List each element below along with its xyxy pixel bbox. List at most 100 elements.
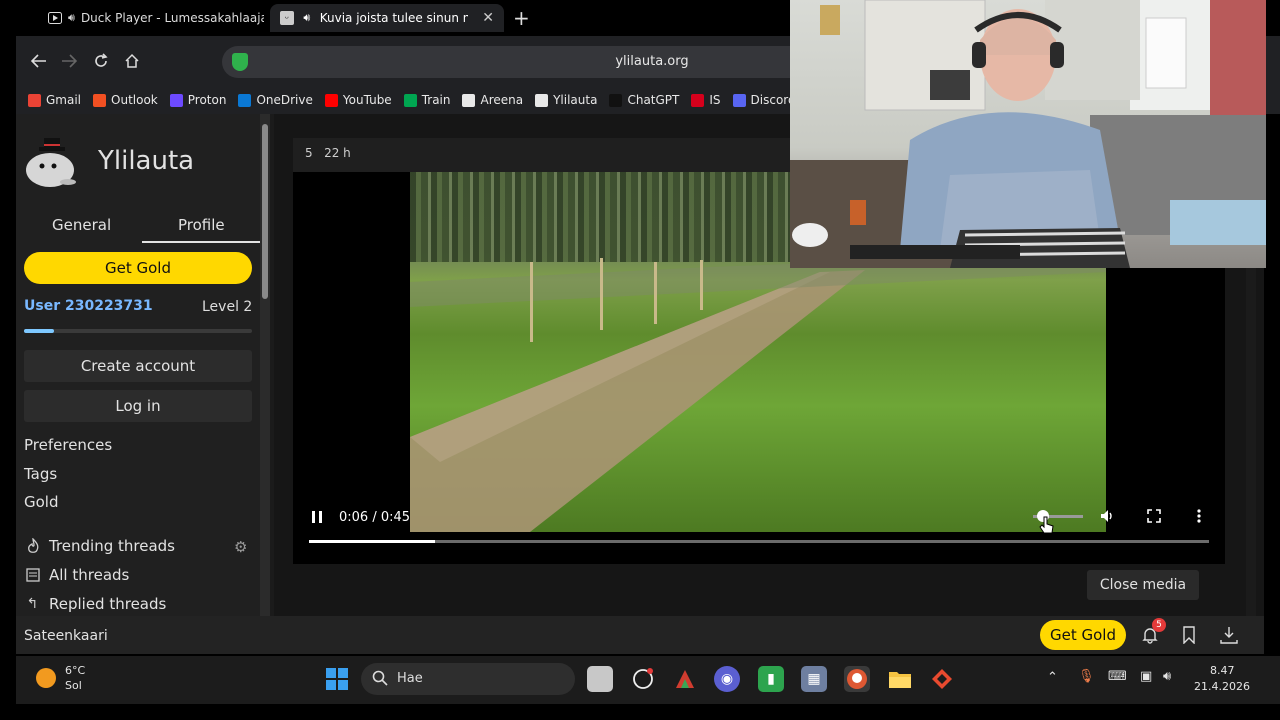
link-label: Replied threads bbox=[49, 595, 167, 613]
anydesk-app-icon[interactable] bbox=[929, 666, 955, 692]
is-icon bbox=[691, 93, 705, 107]
duckduckgo-browser-icon[interactable] bbox=[844, 666, 870, 692]
tags-link[interactable]: Tags bbox=[24, 465, 57, 483]
tab-ylilauta-thread[interactable]: ᵕ 🔊︎ Kuvia joista tulee sinun nuoruus mi… bbox=[270, 4, 504, 32]
current-board[interactable]: Sateenkaari bbox=[24, 628, 108, 644]
file-explorer-icon[interactable] bbox=[887, 666, 913, 692]
windows-taskbar: 6°C Sol Hae ◉ ▮ ▦ ⌃ 🎙︎ ⌨ ▣ 🔊︎ 8.47 21.4.… bbox=[16, 656, 1280, 704]
proton-icon bbox=[169, 93, 183, 107]
trending-threads-link[interactable]: Trending threads bbox=[24, 537, 175, 555]
calculator-icon[interactable]: ▦ bbox=[801, 666, 827, 692]
bookmark-onedrive[interactable]: OneDrive bbox=[238, 93, 313, 107]
bookmark-youtube[interactable]: YouTube bbox=[324, 93, 392, 107]
settings-gear-icon[interactable]: ⚙ bbox=[234, 538, 247, 556]
create-account-button[interactable]: Create account bbox=[24, 350, 252, 382]
webcam-overlay bbox=[790, 0, 1266, 268]
more-options-icon[interactable] bbox=[1197, 508, 1201, 528]
clock-date[interactable]: 21.4.2026 bbox=[1194, 680, 1250, 693]
outlook-icon bbox=[93, 93, 107, 107]
video-time: 0:06 / 0:45 bbox=[339, 510, 411, 525]
post-meta: 5 22 h bbox=[305, 146, 351, 160]
bookmark-is[interactable]: IS bbox=[691, 93, 721, 107]
pause-icon[interactable] bbox=[311, 510, 323, 528]
bookmark-areena[interactable]: Areena bbox=[462, 93, 523, 107]
onedrive-icon bbox=[238, 93, 252, 107]
forward-icon[interactable] bbox=[58, 50, 80, 72]
chart-app-icon[interactable]: ▮ bbox=[758, 666, 784, 692]
level-progress-bar bbox=[24, 329, 252, 333]
weather-sun-icon[interactable] bbox=[36, 668, 56, 688]
bookmark-label: ChatGPT bbox=[627, 93, 680, 107]
speaker-icon: 🔊︎ bbox=[68, 11, 75, 24]
site-title[interactable]: Ylilauta bbox=[98, 146, 194, 176]
bookmark-train[interactable]: Train bbox=[403, 93, 451, 107]
replied-threads-link[interactable]: ↰ Replied threads bbox=[24, 595, 167, 613]
bookmark-label: Discord bbox=[750, 93, 796, 107]
notification-badge: 5 bbox=[1152, 618, 1166, 632]
all-threads-link[interactable]: All threads bbox=[24, 566, 129, 584]
gmail-icon bbox=[28, 93, 41, 107]
download-icon[interactable] bbox=[1220, 626, 1238, 648]
bookmark-discord[interactable]: Discord bbox=[732, 93, 796, 107]
bookmark-chatgpt[interactable]: ChatGPT bbox=[609, 93, 679, 107]
new-tab-button[interactable]: + bbox=[513, 6, 530, 30]
list-icon bbox=[24, 567, 41, 584]
close-media-button[interactable]: Close media bbox=[1087, 570, 1199, 600]
page-bottom-bar: Sateenkaari Get Gold 5 bbox=[16, 616, 1264, 654]
close-tab-icon[interactable]: ✕ bbox=[482, 10, 494, 26]
preferences-link[interactable]: Preferences bbox=[24, 436, 112, 454]
user-level: Level 2 bbox=[202, 299, 253, 315]
network-icon[interactable]: ▣ bbox=[1140, 669, 1152, 684]
volume-icon[interactable] bbox=[1099, 508, 1115, 528]
keyboard-icon[interactable]: ⌨ bbox=[1108, 669, 1127, 684]
seek-bar[interactable] bbox=[309, 540, 1209, 543]
active-tab-indicator bbox=[142, 241, 260, 243]
bookmark-ylilauta[interactable]: Ylilauta bbox=[535, 93, 597, 107]
bookmark-outlook[interactable]: Outlook bbox=[93, 93, 158, 107]
weather-temp[interactable]: 6°C bbox=[65, 664, 85, 677]
ylilauta-logo-icon[interactable] bbox=[24, 134, 82, 190]
search-icon bbox=[372, 670, 388, 690]
bookmark-label: OneDrive bbox=[256, 93, 313, 107]
tab-general[interactable]: General bbox=[52, 216, 111, 234]
chatgpt-app-icon[interactable] bbox=[630, 666, 656, 692]
search-placeholder: Hae bbox=[397, 671, 423, 686]
show-hidden-icons-chevron-icon[interactable]: ⌃ bbox=[1047, 670, 1058, 685]
tab-label: Duck Player - Lumessakahlaajat bbox=[80, 11, 264, 25]
bookmark-label: Areena bbox=[480, 93, 524, 107]
tab-label: Kuvia joista tulee sinun nuoruus mieleen bbox=[319, 11, 469, 25]
post-number[interactable]: 5 bbox=[305, 146, 313, 160]
bookmark-label: Ylilauta bbox=[553, 93, 598, 107]
get-gold-button[interactable]: Get Gold bbox=[24, 252, 252, 284]
fullscreen-icon[interactable] bbox=[1147, 509, 1161, 527]
youtube-icon bbox=[324, 93, 338, 107]
bookmark-label: YouTube bbox=[342, 93, 392, 107]
tab-profile[interactable]: Profile bbox=[178, 216, 225, 234]
back-icon[interactable] bbox=[28, 50, 50, 72]
media-app-icon[interactable]: ◉ bbox=[714, 666, 740, 692]
chatgpt-icon bbox=[609, 93, 623, 107]
bookmark-icon[interactable] bbox=[1182, 626, 1196, 648]
task-view-icon[interactable] bbox=[587, 666, 613, 692]
home-icon[interactable] bbox=[121, 50, 143, 72]
sidebar-scrollbar[interactable] bbox=[260, 114, 270, 616]
weather-desc[interactable]: Sol bbox=[65, 679, 82, 692]
volume-tray-icon[interactable]: 🔊︎ bbox=[1163, 669, 1171, 684]
user-name[interactable]: User 230223731 bbox=[24, 298, 153, 314]
gold-link[interactable]: Gold bbox=[24, 493, 59, 511]
sidebar: Ylilauta General Profile Get Gold User 2… bbox=[16, 114, 260, 654]
bookmark-proton[interactable]: Proton bbox=[169, 93, 226, 107]
office-app-icon[interactable] bbox=[672, 666, 698, 692]
link-label: All threads bbox=[49, 566, 130, 584]
taskbar-search-box[interactable]: Hae bbox=[361, 663, 575, 695]
microphone-icon[interactable]: 🎙︎ bbox=[1078, 669, 1095, 684]
windows-start-icon[interactable] bbox=[324, 666, 350, 692]
flame-icon bbox=[24, 538, 41, 555]
bookmark-label: Train bbox=[421, 93, 451, 107]
get-gold-button-bottom[interactable]: Get Gold bbox=[1040, 620, 1126, 650]
clock-time[interactable]: 8.47 bbox=[1210, 664, 1235, 677]
log-in-button[interactable]: Log in bbox=[24, 390, 252, 422]
tab-duck-player[interactable]: 🔊︎ Duck Player - Lumessakahlaajat bbox=[38, 4, 264, 32]
bookmark-gmail[interactable]: Gmail bbox=[28, 93, 81, 107]
reload-icon[interactable] bbox=[90, 50, 112, 72]
